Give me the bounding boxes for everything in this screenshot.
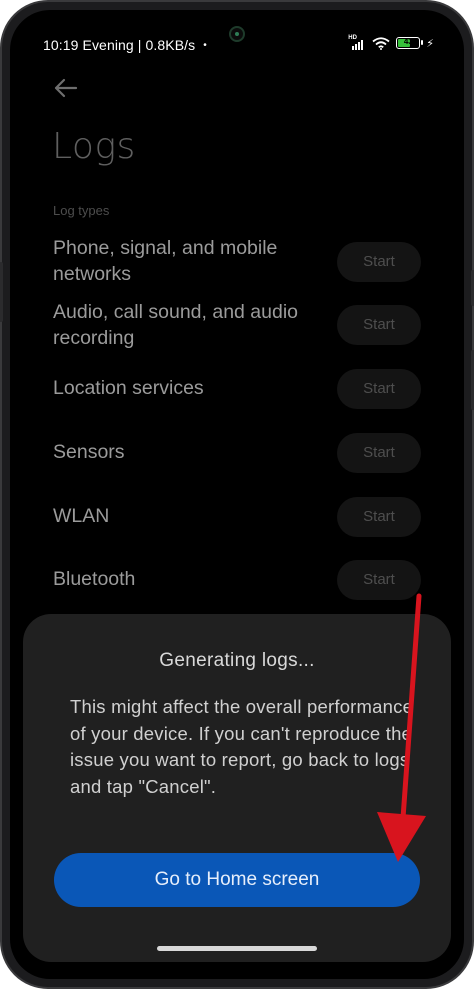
- status-icons: HD 43 ⚡: [348, 35, 434, 50]
- home-indicator[interactable]: [157, 946, 317, 951]
- log-type-label: Phone, signal, and mobile networks: [53, 237, 278, 285]
- battery-level: 43: [403, 37, 413, 46]
- start-button-bluetooth[interactable]: Start: [337, 560, 421, 600]
- log-type-row-sensors: Sensors Start: [53, 433, 421, 479]
- start-button-location[interactable]: Start: [337, 369, 421, 409]
- page-title: Logs: [52, 126, 136, 167]
- section-label-log-types: Log types: [53, 203, 110, 218]
- screen: 10:19 Evening | 0.8KB/s • HD 43 ⚡ Logs L…: [10, 10, 464, 979]
- go-to-home-screen-button[interactable]: Go to Home screen: [54, 853, 420, 907]
- start-button-audio[interactable]: Start: [337, 305, 421, 345]
- start-button-sensors[interactable]: Start: [337, 433, 421, 473]
- charging-icon: ⚡: [426, 37, 434, 50]
- log-type-row-bluetooth: Bluetooth Start: [53, 560, 421, 606]
- log-type-row-phone: Phone, signal, and mobile networks Start: [53, 235, 421, 289]
- log-type-label: WLAN: [53, 505, 110, 527]
- dialog-message: This might affect the overall performanc…: [70, 696, 414, 797]
- log-type-label: Location services: [53, 377, 204, 399]
- generating-logs-dialog: Generating logs... This might affect the…: [23, 614, 451, 962]
- log-type-row-location: Location services Start: [53, 369, 421, 415]
- log-type-label: Audio, call sound, and audio recording: [53, 301, 299, 349]
- back-arrow-icon[interactable]: [52, 76, 82, 100]
- start-button-phone[interactable]: Start: [337, 242, 421, 282]
- log-type-label: Sensors: [53, 441, 125, 463]
- wifi-icon: [372, 36, 390, 50]
- log-type-row-audio: Audio, call sound, and audio recording S…: [53, 299, 421, 353]
- log-type-row-wlan: WLAN Start: [53, 497, 421, 543]
- status-bar: 10:19 Evening | 0.8KB/s • HD 43 ⚡: [10, 10, 464, 66]
- notification-dot: •: [203, 40, 207, 51]
- front-camera: [229, 26, 245, 42]
- volume-button: [0, 262, 3, 322]
- start-button-wlan[interactable]: Start: [337, 497, 421, 537]
- status-time-and-speed: 10:19 Evening | 0.8KB/s •: [43, 37, 207, 53]
- log-type-label: Bluetooth: [53, 568, 136, 590]
- dialog-title: Generating logs...: [159, 650, 315, 671]
- signal-icon: HD: [348, 35, 366, 50]
- battery-icon: 43: [396, 37, 424, 49]
